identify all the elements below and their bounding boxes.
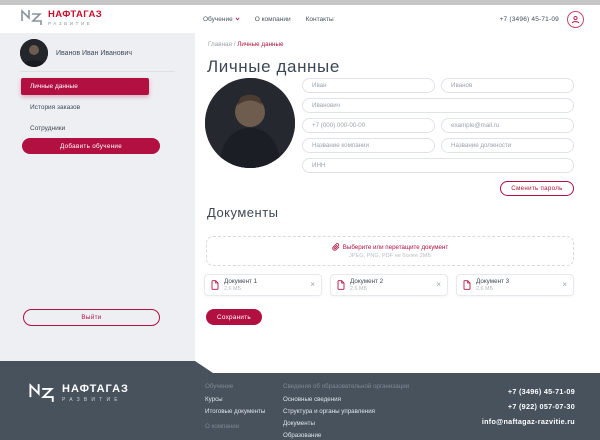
dropzone-label: Выберите или перетащите документ (342, 243, 449, 251)
document-name: Документ 1 (224, 278, 258, 285)
sidebar-item-personal-data[interactable]: Личные данные (21, 78, 149, 95)
account-button[interactable] (567, 10, 584, 28)
company-input[interactable] (302, 138, 435, 153)
remove-document-icon[interactable]: × (562, 281, 567, 289)
file-icon (337, 280, 345, 290)
chevron-down-icon (235, 17, 240, 21)
main-nav: Обучение О компании Контакты (203, 5, 334, 33)
footer-phone-1[interactable]: +7 (3496) 45-71-09 (482, 387, 575, 396)
file-icon (463, 280, 471, 290)
user-full-name: Иванов Иван Иванович (56, 49, 132, 57)
sidebar-divider (20, 71, 175, 72)
footer-logo-subtitle: РАЗВИТИЕ (62, 397, 122, 403)
nav-item-contacts[interactable]: Контакты (306, 16, 334, 23)
naftagaz-logo-icon (20, 9, 42, 26)
footer-logo-name: НАФТАГАЗ (62, 383, 129, 395)
file-icon (211, 280, 219, 290)
first-name-input[interactable] (302, 78, 435, 93)
document-card: Документ 3 2,6 МБ × (456, 274, 574, 296)
footer-phone-2[interactable]: +7 (922) 057-07-30 (482, 402, 575, 411)
position-input[interactable] (441, 138, 574, 153)
breadcrumb: Главная / Личные данные (208, 41, 284, 48)
document-dropzone[interactable]: Выберите или перетащите документ JPEG, P… (206, 236, 574, 266)
logo-subtitle: РАЗВИТИЕ (48, 21, 93, 26)
inn-input[interactable] (302, 158, 574, 173)
header-phone[interactable]: +7 (3496) 45-71-09 (500, 16, 559, 23)
logo-name: НАФТАГАЗ (48, 9, 103, 20)
sidebar-item-employees[interactable]: Сотрудники (21, 120, 149, 137)
footer-link-courses[interactable]: Курсы (205, 396, 265, 403)
header-logo[interactable]: НАФТАГАЗ РАЗВИТИЕ (20, 9, 102, 26)
footer-column-org-info: Сведения об образовательной организации … (283, 383, 409, 440)
document-card: Документ 2 2,6 МБ × (330, 274, 448, 296)
breadcrumb-home[interactable]: Главная (208, 41, 232, 48)
document-cards: Документ 1 2,6 МБ × Документ 2 2,6 МБ × (204, 274, 574, 296)
save-button[interactable]: Сохранить (206, 309, 262, 325)
document-size: 2,6 МБ (224, 286, 242, 292)
footer-logo: НАФТАГАЗ РАЗВИТИЕ (28, 383, 129, 403)
profile-photo (205, 78, 295, 168)
remove-document-icon[interactable]: × (436, 281, 441, 289)
document-size: 2,6 МБ (476, 286, 494, 292)
phone-input[interactable] (302, 118, 435, 133)
breadcrumb-current: Личные данные (237, 41, 284, 48)
footer-header-about: О компании (205, 423, 240, 430)
footer-email[interactable]: info@naftagaz-razvitie.ru (482, 417, 575, 426)
remove-document-icon[interactable]: × (310, 281, 315, 289)
sidebar-item-order-history[interactable]: История заказов (21, 99, 149, 116)
sidebar: Иванов Иван Иванович Личные данные Истор… (0, 33, 195, 373)
dropzone-hint: JPEG, PNG, PDF не более 2МБ (348, 253, 432, 259)
page-title: Личные данные (207, 57, 340, 76)
logout-button[interactable]: Выйти (23, 309, 160, 326)
footer-header-org-info: Сведения об образовательной организации (283, 383, 410, 390)
document-name: Документ 2 (350, 278, 384, 285)
add-training-button[interactable]: Добавить обучение (22, 138, 160, 154)
footer-column-training: Обучение Курсы Итоговые документы О комп… (205, 383, 265, 436)
sidebar-menu: Личные данные История заказов Сотрудники (0, 78, 195, 141)
email-input[interactable] (441, 118, 574, 133)
profile-form (302, 78, 574, 178)
header: НАФТАГАЗ РАЗВИТИЕ Обучение О компании Ко… (0, 5, 600, 33)
documents-title: Документы (207, 205, 279, 220)
footer-link-education[interactable]: Образование (283, 432, 409, 439)
user-icon (571, 15, 580, 24)
paperclip-icon (332, 243, 340, 251)
change-password-button[interactable]: Сменить пароль (500, 181, 574, 196)
footer-header-training: Обучение (205, 383, 234, 390)
footer-link-final-documents[interactable]: Итоговые документы (205, 408, 265, 415)
footer-link-basic-info[interactable]: Основные сведения (283, 396, 409, 403)
footer-link-documents[interactable]: Документы (283, 420, 409, 427)
nav-item-about[interactable]: О компании (255, 16, 291, 23)
footer-link-structure[interactable]: Структура и органы управления (283, 408, 409, 415)
nav-item-training[interactable]: Обучение (203, 16, 240, 23)
user-avatar (20, 39, 48, 67)
document-name: Документ 3 (476, 278, 510, 285)
naftagaz-logo-icon (28, 383, 54, 403)
middle-name-input[interactable] (302, 98, 574, 113)
footer-contacts: +7 (3496) 45-71-09 +7 (922) 057-07-30 in… (482, 387, 575, 432)
document-size: 2,6 МБ (350, 286, 368, 292)
main-content: Главная / Личные данные Личные данные См… (195, 33, 600, 373)
last-name-input[interactable] (441, 78, 574, 93)
document-card: Документ 1 2,6 МБ × (204, 274, 322, 296)
